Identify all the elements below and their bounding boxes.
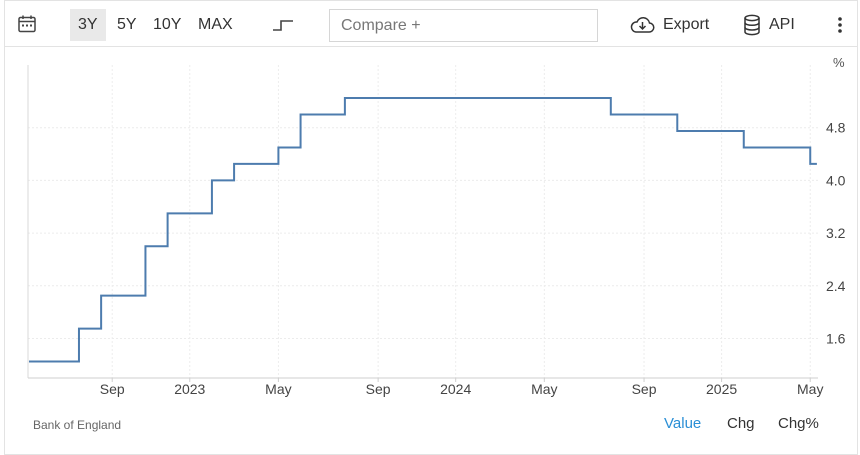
x-tick-label: 2024 <box>440 381 471 397</box>
x-tick-label: May <box>797 381 823 397</box>
y-tick-label: 3.2 <box>826 225 846 241</box>
y-tick-label: 4.0 <box>826 172 846 188</box>
x-tick-label: 2023 <box>174 381 205 397</box>
data-source-label: Bank of England <box>33 418 122 432</box>
unit-label: % <box>833 55 845 70</box>
tab-chg[interactable]: Chg <box>727 415 755 432</box>
x-tick-label: Sep <box>632 381 657 397</box>
x-tick-label: Sep <box>366 381 391 397</box>
x-tick-label: 2025 <box>706 381 737 397</box>
x-tick-label: May <box>265 381 291 397</box>
tab-chg-percent[interactable]: Chg% <box>778 415 819 432</box>
series-line <box>29 97 817 363</box>
y-tick-label: 2.4 <box>826 278 846 294</box>
line-chart: 1.6 2.4 3.2 4.0 4.8% Sep 2023 May Sep 2024 May Sep 2… <box>27 55 846 397</box>
y-tick-label: 4.8 <box>826 120 846 136</box>
x-tick-label: May <box>531 381 557 397</box>
x-tick-label: Sep <box>100 381 125 397</box>
y-tick-label: 1.6 <box>826 330 846 346</box>
tab-value[interactable]: Value <box>664 415 701 432</box>
